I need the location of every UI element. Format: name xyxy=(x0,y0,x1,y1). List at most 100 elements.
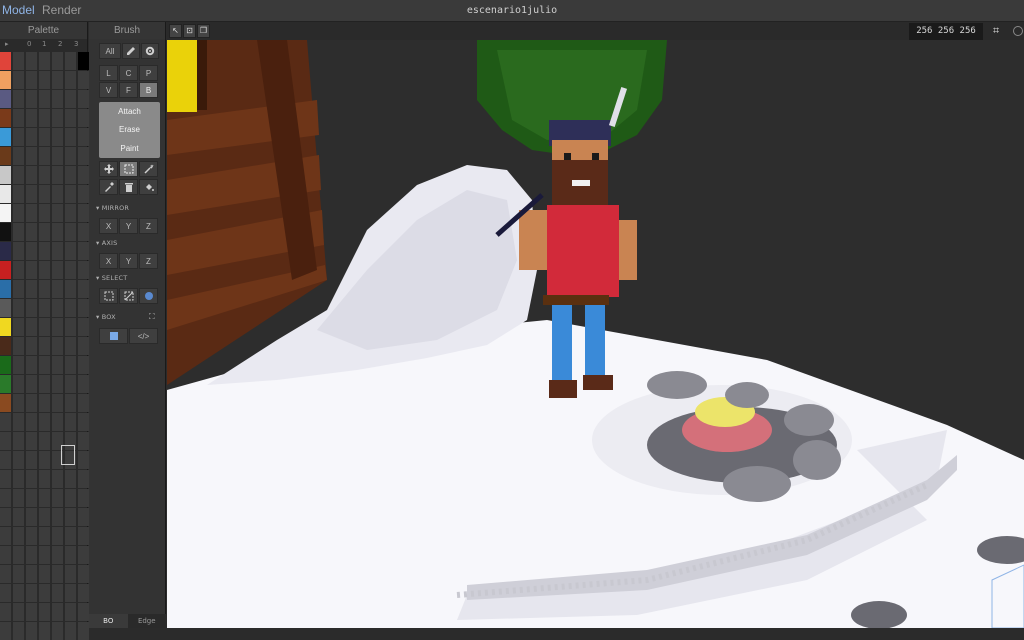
palette-column-2[interactable]: 2 xyxy=(58,40,62,48)
deselect-icon[interactable] xyxy=(119,288,138,304)
palette-swatch[interactable] xyxy=(65,375,76,393)
palette-swatch[interactable] xyxy=(52,622,63,640)
palette-swatch[interactable] xyxy=(13,223,24,241)
palette-swatch[interactable] xyxy=(0,128,11,146)
magic-wand-icon[interactable] xyxy=(139,161,158,177)
palette-swatch[interactable] xyxy=(26,52,37,70)
palette-swatch[interactable] xyxy=(65,261,76,279)
palette-swatch[interactable] xyxy=(78,622,89,640)
palette-swatch[interactable] xyxy=(26,280,37,298)
palette-swatch[interactable] xyxy=(39,451,50,469)
palette-swatch[interactable] xyxy=(52,299,63,317)
palette-swatch[interactable] xyxy=(0,147,11,165)
palette-swatch[interactable] xyxy=(52,394,63,412)
palette-swatch[interactable] xyxy=(52,109,63,127)
brush-all-button[interactable]: All xyxy=(99,43,121,59)
palette-swatch[interactable] xyxy=(13,546,24,564)
palette-swatch[interactable] xyxy=(13,432,24,450)
palette-swatch[interactable] xyxy=(65,603,76,621)
palette-swatch[interactable] xyxy=(78,280,89,298)
palette-swatch[interactable] xyxy=(78,527,89,545)
palette-swatch[interactable] xyxy=(78,109,89,127)
palette-swatch[interactable] xyxy=(26,394,37,412)
palette-swatch[interactable] xyxy=(26,223,37,241)
palette-swatch[interactable] xyxy=(52,166,63,184)
palette-swatch[interactable] xyxy=(52,546,63,564)
palette-swatch[interactable] xyxy=(65,489,76,507)
palette-swatch[interactable] xyxy=(65,584,76,602)
palette-swatch[interactable] xyxy=(39,147,50,165)
palette-swatch[interactable] xyxy=(65,166,76,184)
palette-swatch[interactable] xyxy=(39,318,50,336)
palette-column-3[interactable]: 3 xyxy=(74,40,78,48)
palette-swatch[interactable] xyxy=(26,356,37,374)
palette-swatch[interactable] xyxy=(65,147,76,165)
palette-swatch[interactable] xyxy=(0,318,11,336)
palette-swatch[interactable] xyxy=(26,166,37,184)
palette-swatch[interactable] xyxy=(78,147,89,165)
paint-mode-button[interactable]: Paint xyxy=(99,139,160,158)
palette-swatch[interactable] xyxy=(26,185,37,203)
palette-swatch[interactable] xyxy=(0,603,11,621)
mirror-z-button[interactable]: Z xyxy=(139,218,158,234)
palette-swatch[interactable] xyxy=(13,565,24,583)
box-expand-icon[interactable]: ⛶ xyxy=(149,312,155,322)
palette-swatch[interactable] xyxy=(65,622,76,640)
palette-swatch[interactable] xyxy=(0,394,11,412)
palette-swatch[interactable] xyxy=(26,470,37,488)
palette-swatch[interactable] xyxy=(65,52,76,70)
brush-shape-v[interactable]: V xyxy=(99,82,118,98)
palette-swatch[interactable] xyxy=(26,147,37,165)
palette-swatch[interactable] xyxy=(52,527,63,545)
palette-swatch[interactable] xyxy=(26,489,37,507)
palette-swatch[interactable] xyxy=(39,432,50,450)
palette-swatch[interactable] xyxy=(52,413,63,431)
palette-swatch[interactable] xyxy=(52,223,63,241)
palette-swatch[interactable] xyxy=(13,242,24,260)
palette-swatch[interactable] xyxy=(0,508,11,526)
axis-section-label[interactable]: ▾ AXIS xyxy=(96,239,117,247)
palette-swatch[interactable] xyxy=(13,185,24,203)
palette-swatch[interactable] xyxy=(0,432,11,450)
mirror-y-button[interactable]: Y xyxy=(119,218,138,234)
palette-swatch[interactable] xyxy=(13,489,24,507)
box-section-label[interactable]: ▾ BOX xyxy=(96,313,116,321)
palette-swatch[interactable] xyxy=(13,109,24,127)
palette-swatch[interactable] xyxy=(78,603,89,621)
palette-swatch[interactable] xyxy=(52,508,63,526)
volume-dimensions[interactable]: 256 256 256 xyxy=(909,23,983,40)
palette-swatch[interactable] xyxy=(65,318,76,336)
palette-swatch[interactable] xyxy=(26,90,37,108)
palette-swatch[interactable] xyxy=(52,52,63,70)
palette-swatch[interactable] xyxy=(39,109,50,127)
palette-swatch[interactable] xyxy=(13,527,24,545)
select-box-icon[interactable] xyxy=(119,161,138,177)
palette-swatch[interactable] xyxy=(39,565,50,583)
palette-swatch[interactable] xyxy=(13,508,24,526)
palette-swatch[interactable] xyxy=(0,280,11,298)
palette-play-icon[interactable]: ▸ xyxy=(5,40,9,48)
palette-swatch[interactable] xyxy=(0,261,11,279)
palette-swatch[interactable] xyxy=(65,413,76,431)
palette-swatch[interactable] xyxy=(78,451,89,469)
settings-gear-icon[interactable] xyxy=(141,43,159,59)
palette-swatch[interactable] xyxy=(26,546,37,564)
palette-swatch[interactable] xyxy=(52,147,63,165)
trash-icon[interactable] xyxy=(119,179,138,195)
tab-bo[interactable]: BO xyxy=(89,614,128,628)
palette-swatch[interactable] xyxy=(39,375,50,393)
palette-swatch[interactable] xyxy=(78,337,89,355)
palette-swatch[interactable] xyxy=(0,489,11,507)
fill-bucket-icon[interactable] xyxy=(139,179,158,195)
palette-swatch[interactable] xyxy=(65,527,76,545)
palette-swatch[interactable] xyxy=(26,565,37,583)
palette-swatch[interactable] xyxy=(0,527,11,545)
attach-mode-button[interactable]: Attach xyxy=(99,102,160,121)
palette-swatch[interactable] xyxy=(65,90,76,108)
palette-swatch[interactable] xyxy=(0,546,11,564)
palette-swatch[interactable] xyxy=(39,52,50,70)
palette-swatch[interactable] xyxy=(65,565,76,583)
palette-swatch[interactable] xyxy=(13,394,24,412)
palette-swatch[interactable] xyxy=(39,261,50,279)
palette-swatch[interactable] xyxy=(65,280,76,298)
